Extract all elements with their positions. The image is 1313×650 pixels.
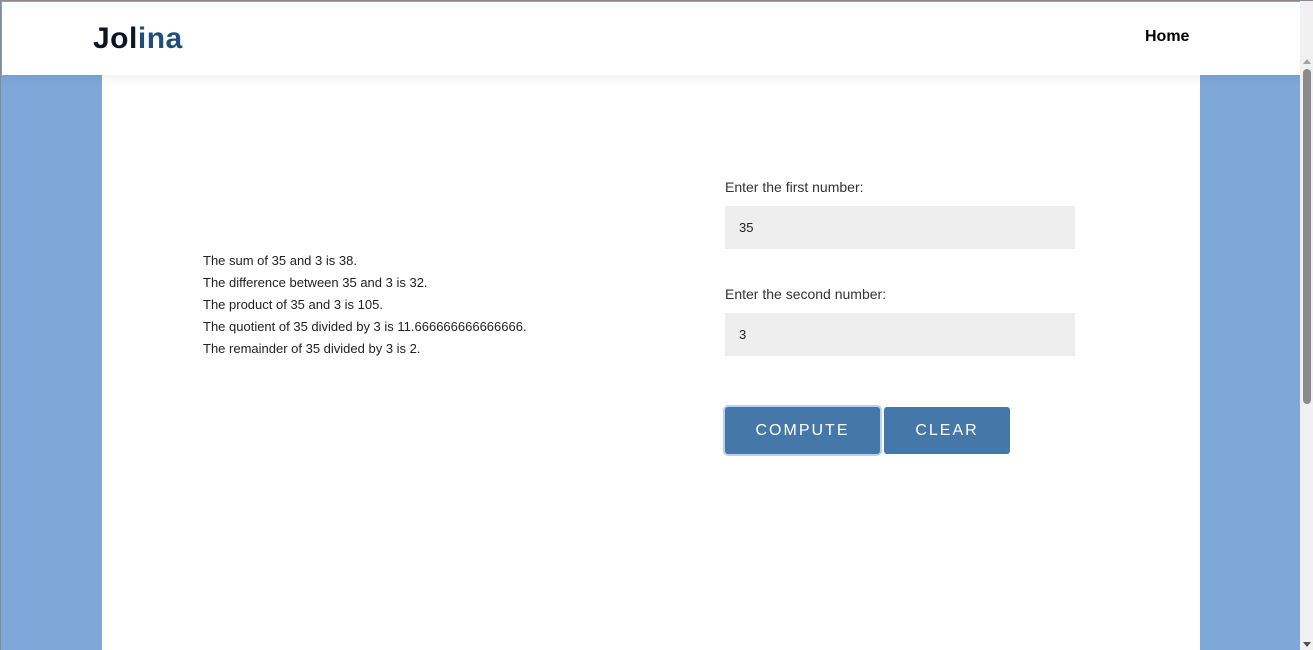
left-background-band [2, 75, 102, 650]
scrollbar-thumb[interactable] [1303, 69, 1311, 404]
first-number-label: Enter the first number: [725, 179, 864, 195]
results-output: The sum of 35 and 3 is 38. The differenc… [203, 250, 623, 360]
result-remainder: The remainder of 35 divided by 3 is 2. [203, 341, 421, 356]
scroll-up-arrow-icon[interactable] [1303, 59, 1311, 64]
result-product: The product of 35 and 3 is 105. [203, 297, 383, 312]
nav-link-home[interactable]: Home [1145, 28, 1189, 46]
logo-text-accent: ina [137, 22, 183, 55]
result-difference: The difference between 35 and 3 is 32. [203, 275, 428, 290]
result-sum: The sum of 35 and 3 is 38. [203, 253, 357, 268]
result-quotient: The quotient of 35 divided by 3 is 11.66… [203, 319, 527, 334]
second-number-input[interactable] [725, 313, 1075, 356]
clear-button[interactable]: CLEAR [884, 407, 1010, 454]
right-background-band [1200, 75, 1300, 650]
site-logo[interactable]: Jolina [93, 21, 183, 57]
browser-viewport: Jolina Home The sum of 35 and 3 is 38. T… [0, 0, 1313, 650]
second-number-label: Enter the second number: [725, 286, 887, 302]
main-content: The sum of 35 and 3 is 38. The differenc… [102, 75, 1200, 650]
compute-button[interactable]: COMPUTE [725, 407, 880, 454]
first-number-input[interactable] [725, 206, 1075, 249]
vertical-scrollbar[interactable] [1300, 1, 1313, 650]
logo-text-dark: Jol [93, 22, 138, 55]
navbar: Jolina Home [2, 2, 1300, 75]
scroll-down-arrow-icon[interactable] [1303, 642, 1311, 647]
